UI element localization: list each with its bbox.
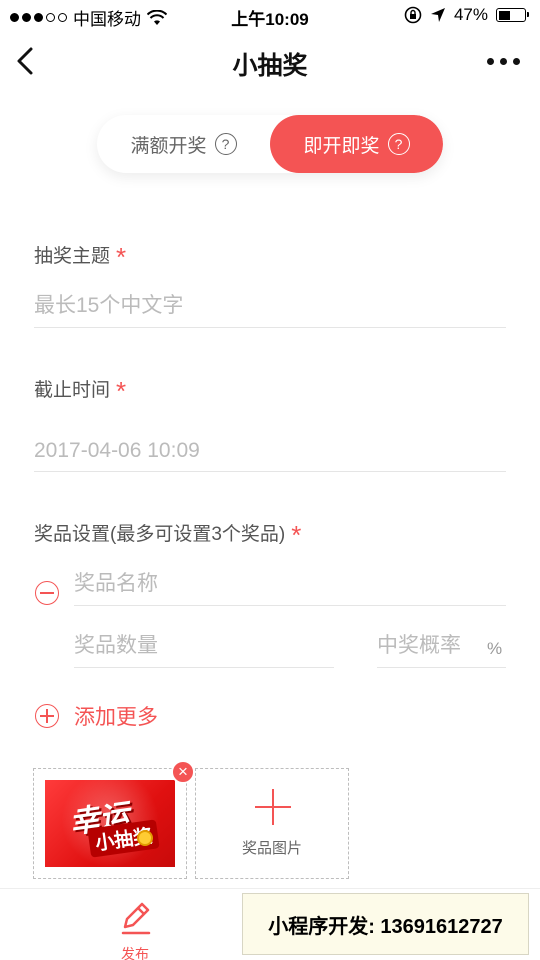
win-rate-input[interactable]: 中奖概率 % — [377, 628, 506, 668]
prize-quantity-input[interactable]: 奖品数量 — [74, 628, 334, 668]
required-mark: * — [116, 376, 127, 406]
coin-icon — [137, 830, 153, 846]
tab-publish-label: 发布 — [121, 946, 149, 960]
topic-placeholder: 最长15个中文字 — [34, 294, 184, 317]
add-prize-image-button[interactable]: 奖品图片 — [195, 768, 349, 879]
deadline-label: 截止时间 — [34, 380, 111, 401]
more-icon[interactable] — [487, 58, 520, 65]
remove-prize-icon[interactable] — [35, 581, 59, 605]
draw-mode-toggle: 满额开奖 ? 即开即奖 ? — [97, 115, 443, 173]
help-icon[interactable]: ? — [387, 133, 410, 155]
battery-fill — [498, 10, 511, 20]
topic-label: 抽奖主题 — [34, 246, 111, 267]
status-right: 47% — [404, 5, 529, 25]
deadline-value: 2017-04-06 10:09 — [34, 439, 200, 462]
add-more-button[interactable]: 添加更多 — [74, 701, 158, 731]
battery-icon — [496, 8, 529, 22]
prize-image-slot[interactable]: 幸运 小抽奖 — [33, 768, 187, 879]
page-title: 小抽奖 — [232, 52, 308, 80]
remove-image-icon[interactable]: × — [171, 760, 195, 784]
location-arrow-icon — [430, 8, 445, 22]
help-icon[interactable]: ? — [214, 133, 237, 155]
topic-label-row: 抽奖主题 * — [34, 238, 127, 272]
contact-watermark: 小程序开发: 13691612727 — [242, 893, 529, 955]
tab-full-amount-draw[interactable]: 满额开奖 ? — [97, 115, 270, 173]
deadline-picker[interactable]: 2017-04-06 10:09 — [34, 432, 506, 472]
prize-image: 幸运 小抽奖 — [45, 780, 175, 867]
navigation-bar: 小抽奖 — [0, 32, 540, 90]
topic-input[interactable]: 最长15个中文字 — [34, 290, 506, 328]
add-prize-image-label: 奖品图片 — [241, 840, 302, 857]
tab-instant-draw-label: 即开即奖 — [303, 135, 380, 157]
tab-full-amount-draw-label: 满额开奖 — [130, 135, 207, 157]
prize-quantity-placeholder: 奖品数量 — [74, 634, 158, 657]
pencil-icon — [121, 902, 151, 935]
tab-publish[interactable]: 发布 — [100, 897, 170, 960]
deadline-label-row: 截止时间 * — [34, 372, 127, 406]
prizes-label-row: 奖品设置(最多可设置3个奖品) * — [34, 516, 302, 550]
required-mark: * — [116, 242, 127, 272]
prizes-label: 奖品设置(最多可设置3个奖品) — [34, 524, 286, 545]
prize-name-input[interactable]: 奖品名称 — [74, 566, 506, 606]
win-rate-placeholder: 中奖概率 — [377, 634, 461, 657]
prize-name-placeholder: 奖品名称 — [74, 572, 158, 595]
win-rate-unit: % — [487, 639, 503, 658]
add-more-icon[interactable] — [35, 704, 59, 728]
battery-percent: 47% — [453, 5, 488, 24]
rotation-lock-icon — [404, 6, 422, 24]
tab-instant-draw[interactable]: 即开即奖 ? — [270, 115, 443, 173]
status-bar: 中国移动 上午10:09 47% — [0, 0, 540, 30]
required-mark: * — [291, 520, 302, 550]
plus-icon — [255, 789, 291, 825]
